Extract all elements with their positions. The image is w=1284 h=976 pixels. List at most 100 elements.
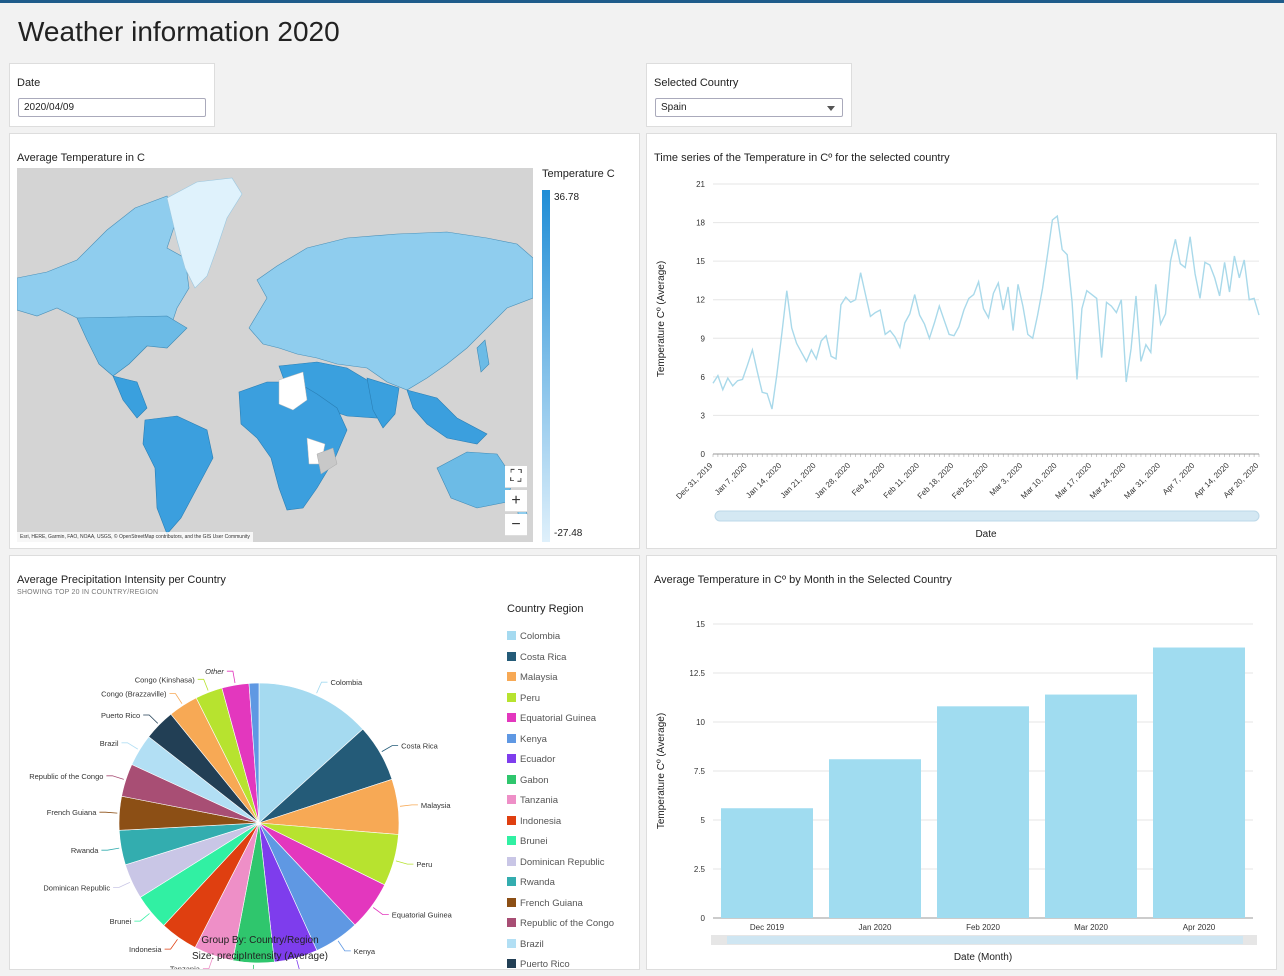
country-select[interactable]: Spain bbox=[655, 98, 843, 117]
pie-leader-line bbox=[197, 678, 209, 691]
pie-legend-title: Country Region bbox=[507, 603, 584, 615]
x-tick-label: Apr 2020 bbox=[1183, 923, 1216, 932]
x-tick-label: Feb 2020 bbox=[966, 923, 1000, 932]
pie-subtitle: SHOWING TOP 20 IN COUNTRY/REGION bbox=[17, 589, 159, 596]
legend-swatch bbox=[507, 651, 516, 661]
y-tick-label: 15 bbox=[696, 257, 705, 266]
pie-leader-line bbox=[399, 804, 418, 807]
legend-item[interactable]: Rwanda bbox=[507, 877, 555, 891]
y-tick-label: 18 bbox=[696, 219, 705, 228]
pie-slice-label: Malaysia bbox=[421, 801, 451, 810]
pie-leader-line bbox=[226, 670, 236, 684]
pie-slice-label: Costa Rica bbox=[401, 742, 439, 751]
y-tick-label: 7.5 bbox=[694, 767, 706, 776]
legend-item[interactable]: Ecuador bbox=[507, 754, 555, 768]
pie-slice-label: Equatorial Guinea bbox=[392, 911, 453, 920]
legend-swatch bbox=[507, 692, 516, 702]
legend-label: Indonesia bbox=[520, 815, 562, 827]
pie-slice-label: Puerto Rico bbox=[101, 711, 140, 720]
pie-slice-label: Peru bbox=[416, 860, 432, 869]
y-tick-label: 9 bbox=[701, 334, 706, 343]
pie-leader-line bbox=[101, 847, 120, 851]
x-tick-label: Mar 3, 2020 bbox=[988, 461, 1025, 498]
pie-slice-label: Brunei bbox=[110, 917, 132, 926]
pie-leader-line bbox=[143, 714, 159, 724]
pie-leader-line bbox=[99, 811, 118, 814]
country-control: Selected Country Spain bbox=[646, 63, 852, 127]
legend-label: French Guiana bbox=[520, 897, 583, 909]
bar-chart[interactable]: 0 2.5 5 7.5 10 12.5 15 Dec 2019 Jan 2020 Feb 2020… bbox=[647, 556, 1276, 969]
country-select-value: Spain bbox=[661, 102, 687, 113]
legend-swatch bbox=[507, 918, 516, 927]
legend-swatch bbox=[507, 959, 516, 968]
y-axis-title: Temperature Cº (Average) bbox=[656, 261, 667, 377]
zoom-in-button[interactable]: + bbox=[505, 490, 527, 512]
pie-leader-line bbox=[395, 860, 414, 865]
legend-item[interactable]: Brunei bbox=[507, 836, 547, 850]
pie-slice-label: Dominican Republic bbox=[43, 883, 110, 892]
date-input[interactable]: 2020/04/09 bbox=[18, 98, 206, 117]
legend-swatch bbox=[507, 754, 516, 763]
legend-item[interactable]: Kenya bbox=[507, 733, 547, 748]
x-tick-label: Apr 7, 2020 bbox=[1161, 461, 1197, 497]
legend-item[interactable]: Republic of the Congo bbox=[507, 918, 614, 932]
y-tick-label: 3 bbox=[701, 411, 706, 420]
pie-slice-label: Other bbox=[205, 667, 224, 676]
legend-item[interactable]: Peru bbox=[507, 692, 540, 707]
legend-item[interactable]: Colombia bbox=[507, 631, 560, 645]
map-legend-gradient bbox=[542, 190, 550, 542]
pie-leader-line bbox=[106, 775, 124, 780]
pie-card: Average Precipitation Intensity per Coun… bbox=[9, 555, 640, 970]
region-south-america bbox=[142, 415, 214, 535]
pie-leader-line bbox=[113, 881, 131, 888]
legend-swatch bbox=[507, 877, 516, 886]
y-tick-label: 2.5 bbox=[694, 865, 706, 874]
x-axis-title: Date bbox=[975, 529, 997, 540]
timeseries-chart[interactable]: 036912151821Dec 31, 2019Jan 7, 2020Jan 1… bbox=[647, 134, 1276, 548]
world-map[interactable]: ⛶ + − Esri, HERE, Garmin, FAO, NOAA, USG… bbox=[17, 168, 533, 542]
legend-label: Tanzania bbox=[520, 795, 559, 806]
pie-legend: Colombia Costa Rica Malaysia Peru Equatorial… bbox=[507, 631, 637, 969]
legend-item[interactable]: Brazil bbox=[507, 938, 544, 953]
legend-item[interactable]: Malaysia bbox=[507, 672, 558, 686]
range-scrollbar-thumb bbox=[727, 936, 1243, 944]
legend-label: Rwanda bbox=[520, 877, 555, 888]
legend-swatch bbox=[507, 815, 516, 825]
pie-slice-label: Tanzania bbox=[170, 965, 201, 970]
legend-label: Dominican Republic bbox=[520, 856, 605, 868]
legend-swatch bbox=[507, 713, 516, 722]
pie-leader-line bbox=[381, 745, 399, 752]
legend-item[interactable]: French Guiana bbox=[507, 897, 583, 912]
legend-item[interactable]: Indonesia bbox=[507, 815, 562, 830]
pie-size-by: Size: precipIntensity (Average) bbox=[192, 951, 328, 962]
legend-item[interactable]: Costa Rica bbox=[507, 651, 567, 666]
pie-leader-line bbox=[372, 907, 389, 916]
y-tick-label: 0 bbox=[701, 450, 706, 459]
y-tick-label: 15 bbox=[696, 620, 705, 629]
legend-item[interactable]: Dominican Republic bbox=[507, 856, 605, 871]
bar bbox=[721, 808, 813, 918]
region-australia bbox=[436, 451, 514, 509]
legend-label: Gabon bbox=[520, 774, 549, 786]
x-tick-label: Dec 2019 bbox=[750, 923, 785, 932]
y-tick-label: 10 bbox=[696, 718, 705, 727]
legend-label: Colombia bbox=[520, 631, 561, 642]
legend-item[interactable]: Equatorial Guinea bbox=[507, 713, 596, 727]
legend-swatch bbox=[507, 836, 516, 845]
map-legend-title: Temperature C bbox=[542, 168, 615, 180]
bar-card: Average Temperature in Cº by Month in th… bbox=[646, 555, 1277, 970]
legend-label: Costa Rica bbox=[520, 651, 567, 663]
x-tick-label: Dec 31, 2019 bbox=[674, 461, 714, 501]
legend-item[interactable]: Puerto Rico bbox=[507, 959, 570, 969]
pie-chart[interactable]: Colombia Costa Rica Malaysia Peru Equatorial… bbox=[10, 600, 500, 970]
legend-item[interactable]: Gabon bbox=[507, 774, 549, 789]
x-tick-label: Feb 4, 2020 bbox=[850, 461, 887, 498]
fit-extent-icon[interactable]: ⛶ bbox=[505, 466, 527, 488]
map-legend-max: 36.78 bbox=[554, 192, 580, 203]
zoom-out-button[interactable]: − bbox=[505, 514, 527, 536]
legend-label: Equatorial Guinea bbox=[520, 713, 597, 724]
y-axis-title: Temperature Cº (Average) bbox=[656, 713, 667, 829]
legend-item[interactable]: Tanzania bbox=[507, 795, 558, 809]
y-tick-label: 5 bbox=[701, 816, 706, 825]
y-tick-label: 12 bbox=[696, 296, 705, 305]
